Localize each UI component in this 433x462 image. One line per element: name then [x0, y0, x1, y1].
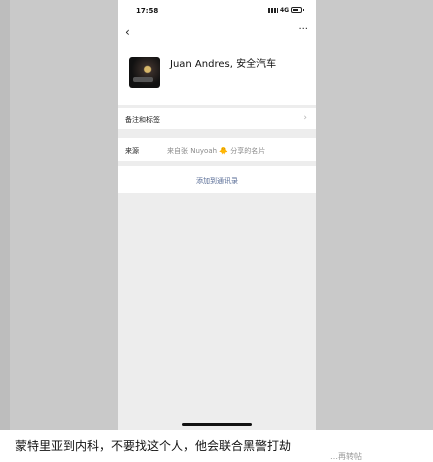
- chevron-left-icon[interactable]: ‹: [125, 25, 130, 39]
- caption-text: 蒙特里亚到内科，不要找这个人，他会联合黑警打劫: [15, 439, 292, 453]
- status-bar: 17:58 4G: [118, 0, 316, 22]
- profile-name: Juan Andres, 安全汽车: [170, 59, 277, 70]
- add-contact-row[interactable]: 添加到通讯录: [118, 166, 316, 193]
- more-button[interactable]: ···: [298, 24, 308, 35]
- home-indicator: [182, 423, 252, 426]
- avatar[interactable]: [129, 57, 160, 88]
- phone-screen: 17:58 4G ‹ ··· Juan Andres, 安全汽车 备注和标签 ›…: [118, 0, 316, 430]
- notes-tags-label: 备注和标签: [125, 116, 160, 124]
- source-label: 来源: [125, 147, 139, 155]
- profile-card: Juan Andres, 安全汽车: [118, 44, 316, 105]
- chevron-right-icon: ›: [303, 113, 307, 123]
- notes-tags-row[interactable]: 备注和标签 ›: [118, 108, 316, 129]
- background-strip: [0, 0, 10, 430]
- caption-tail: …再转帖: [330, 452, 362, 461]
- source-value: 来自张 Nuyoah 🐥 分享的名片: [167, 147, 266, 155]
- signal-icon: [268, 8, 278, 13]
- battery-icon: [291, 7, 304, 13]
- network-label: 4G: [280, 7, 290, 14]
- status-time: 17:58: [136, 7, 159, 15]
- add-to-contacts-button[interactable]: 添加到通讯录: [118, 176, 316, 186]
- source-row: 来源 来自张 Nuyoah 🐥 分享的名片: [118, 138, 316, 161]
- nav-bar: ‹ ···: [118, 22, 316, 44]
